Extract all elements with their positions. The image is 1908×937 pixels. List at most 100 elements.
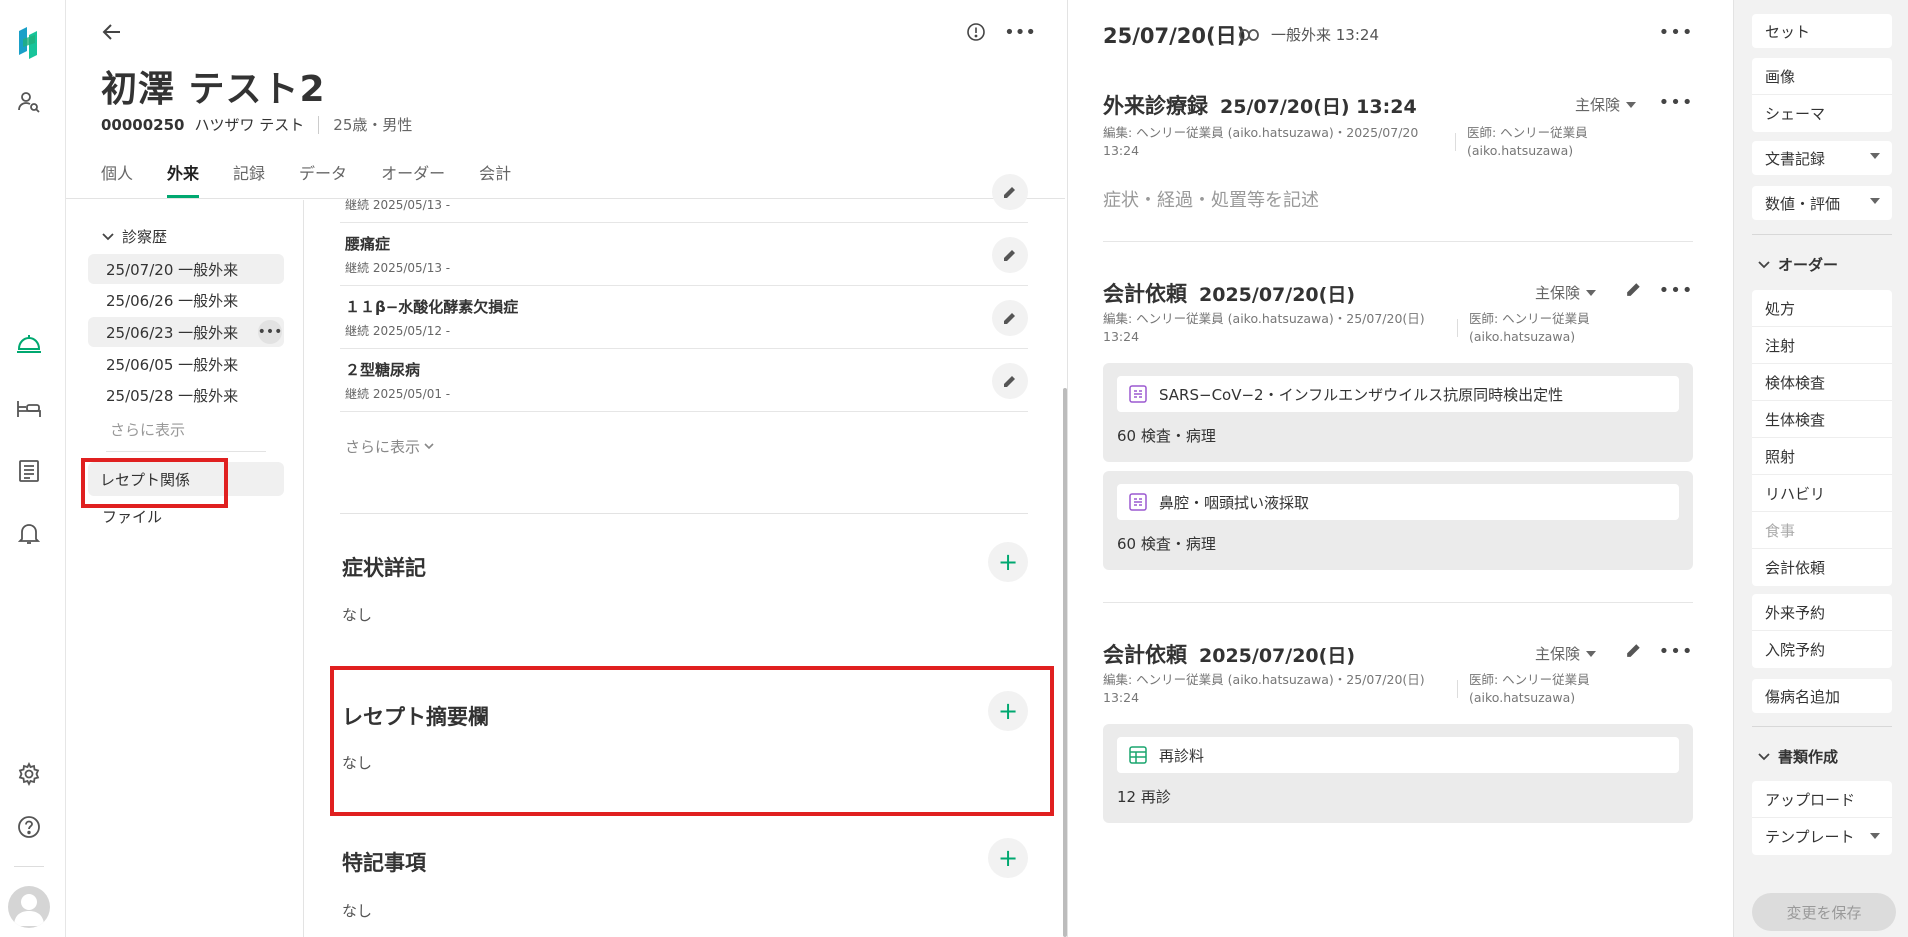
- tab-personal[interactable]: 個人: [101, 160, 133, 198]
- admission-reserve-button[interactable]: 入院予約: [1752, 631, 1892, 668]
- doctor-meta: 医師: ヘンリー従業員 (aiko.hatsuzawa): [1469, 311, 1590, 344]
- doc-record-dropdown[interactable]: 文書記録: [1752, 141, 1892, 175]
- section-title-special-notes: 特記事項: [342, 851, 426, 875]
- patient-kana: ハツザワ テスト: [194, 116, 305, 134]
- meta-divider: [1457, 319, 1458, 337]
- physiological-test-button[interactable]: 生体検査: [1752, 401, 1892, 438]
- back-arrow-icon[interactable]: [98, 18, 126, 46]
- card-divider: [1103, 241, 1693, 242]
- insurance-label: 主保険: [1535, 284, 1581, 302]
- fee-table-icon: [1129, 746, 1147, 764]
- rehabilitation-button[interactable]: リハビリ: [1752, 475, 1892, 512]
- upload-button[interactable]: アップロード: [1752, 781, 1892, 818]
- add-disease-button[interactable]: 傷病名追加: [1752, 679, 1892, 713]
- chevron-down-icon: [1758, 752, 1770, 760]
- more-icon[interactable]: •••: [1659, 637, 1693, 665]
- app-rail: [0, 0, 66, 937]
- visit-history-title: 診察歴: [122, 228, 168, 246]
- record-visit-type: 一般外来 13:24: [1271, 26, 1379, 44]
- edit-pencil-icon[interactable]: [1621, 637, 1647, 663]
- billing-request-title: 会計依頼 2025/07/20(日): [1103, 278, 1355, 308]
- numeric-eval-label: 数値・評価: [1765, 194, 1841, 213]
- more-icon[interactable]: •••: [1659, 18, 1693, 46]
- order-category: 60 検査・病理: [1117, 427, 1216, 445]
- set-button[interactable]: セット: [1752, 14, 1892, 48]
- add-plus-icon[interactable]: +: [988, 838, 1028, 878]
- visit-item-label: 25/06/23 一般外来: [106, 323, 239, 342]
- history-show-more[interactable]: さらに表示: [110, 419, 185, 440]
- prescription-button[interactable]: 処方: [1752, 290, 1892, 327]
- alert-bubble-icon[interactable]: [962, 18, 990, 46]
- tab-outpatient[interactable]: 外来: [167, 160, 200, 198]
- section-value: なし: [342, 902, 373, 920]
- record-text-placeholder[interactable]: 症状・経過・処置等を記述: [1103, 186, 1319, 212]
- disease-list: 継続 2025/05/13 - 腰痛症 継続 2025/05/13 - １１β−…: [304, 174, 1065, 937]
- numeric-eval-dropdown[interactable]: 数値・評価: [1752, 186, 1892, 220]
- visit-history-toggle[interactable]: 診察歴: [102, 226, 167, 247]
- order-item-name: SARS−CoV−2・インフルエンザウイルス抗原同時検出定性: [1117, 376, 1679, 412]
- visit-item[interactable]: 25/06/23 一般外来 •••: [88, 317, 284, 347]
- sidebar-divider: [1752, 726, 1892, 727]
- order-item[interactable]: SARS−CoV−2・インフルエンザウイルス抗原同時検出定性 60 検査・病理: [1103, 363, 1693, 462]
- edit-pencil-icon[interactable]: [992, 237, 1028, 273]
- irradiation-button[interactable]: 照射: [1752, 438, 1892, 475]
- insurance-select[interactable]: 主保険: [1535, 282, 1597, 303]
- help-icon[interactable]: [13, 811, 45, 843]
- diseases-show-more[interactable]: さらに表示: [345, 436, 434, 457]
- order-item[interactable]: 鼻腔・咽頭拭い液採取 60 検査・病理: [1103, 471, 1693, 570]
- insurance-label: 主保険: [1575, 96, 1621, 114]
- outpatient-reserve-button[interactable]: 外来予約: [1752, 594, 1892, 631]
- more-icon[interactable]: •••: [1659, 88, 1693, 116]
- specimen-test-button[interactable]: 検体検査: [1752, 364, 1892, 401]
- record-panel: 25/07/20(日) 一般外来 13:24 ••• 外来診療録 25/07/20…: [1067, 0, 1733, 937]
- bed-icon[interactable]: [13, 392, 45, 424]
- order-item[interactable]: 再診料 12 再診: [1103, 724, 1693, 823]
- docs-section-toggle[interactable]: 書類作成: [1758, 746, 1838, 767]
- patient-search-icon[interactable]: [13, 86, 45, 118]
- visit-item[interactable]: 25/07/20 一般外来: [88, 254, 284, 284]
- section-title-symptom-detail: 症状詳記: [342, 556, 426, 580]
- visit-more-icon[interactable]: •••: [258, 320, 282, 344]
- outpatient-icon[interactable]: [13, 328, 45, 360]
- more-icon[interactable]: •••: [1659, 276, 1693, 304]
- clinical-record-title: 外来診療録 25/07/20(日) 13:24: [1103, 90, 1417, 120]
- lab-test-icon: [1129, 493, 1147, 511]
- billing-request-button[interactable]: 会計依頼: [1752, 549, 1892, 586]
- history-divider: [106, 451, 266, 452]
- tab-records[interactable]: 記録: [233, 160, 265, 198]
- image-button[interactable]: 画像: [1752, 58, 1892, 95]
- insurance-select[interactable]: 主保険: [1535, 643, 1597, 664]
- order-section-toggle[interactable]: オーダー: [1758, 254, 1838, 275]
- list-icon[interactable]: [13, 455, 45, 487]
- template-dropdown[interactable]: テンプレート: [1752, 818, 1892, 855]
- insurance-select[interactable]: 主保険: [1575, 94, 1637, 115]
- injection-button[interactable]: 注射: [1752, 327, 1892, 364]
- visit-item[interactable]: 25/06/26 一般外来: [88, 285, 284, 315]
- edit-pencil-icon[interactable]: [1621, 276, 1647, 302]
- order-item-name: 再診料: [1117, 737, 1679, 773]
- app-logo-icon[interactable]: [13, 26, 45, 59]
- doc-record-label: 文書記録: [1765, 149, 1826, 168]
- disease-name: ２型糖尿病: [345, 361, 421, 379]
- edit-pencil-icon[interactable]: [992, 363, 1028, 399]
- visit-history: 診察歴 25/07/20 一般外来 25/06/26 一般外来 25/06/23…: [66, 200, 304, 937]
- visit-item[interactable]: 25/06/05 一般外来: [88, 349, 284, 379]
- more-icon[interactable]: •••: [1004, 18, 1036, 46]
- patient-id: 00000250: [101, 115, 185, 134]
- card-title-label: 会計依頼: [1103, 282, 1187, 306]
- schema-button[interactable]: シェーマ: [1752, 95, 1892, 132]
- add-plus-icon[interactable]: +: [988, 542, 1028, 582]
- visit-item[interactable]: 25/05/28 一般外来: [88, 380, 284, 410]
- order-name: 鼻腔・咽頭拭い液採取: [1159, 493, 1310, 512]
- edit-pencil-icon[interactable]: [992, 174, 1028, 210]
- edit-pencil-icon[interactable]: [992, 300, 1028, 336]
- user-avatar[interactable]: [8, 886, 50, 928]
- link-icon[interactable]: [1238, 24, 1260, 46]
- edit-meta: 編集: ヘンリー従業員 (aiko.hatsuzawa)・25/07/20(日)…: [1103, 311, 1425, 344]
- disease-date: 継続 2025/05/13 -: [345, 261, 451, 275]
- action-sidebar: セット 画像 シェーマ 文書記録 数値・評価 オーダー 処方 注射 検体検査 生…: [1733, 0, 1908, 937]
- file-item[interactable]: ファイル: [102, 506, 162, 527]
- card-date: 25/07/20(日) 13:24: [1220, 96, 1417, 118]
- bell-icon[interactable]: [13, 518, 45, 550]
- settings-gear-icon[interactable]: [13, 758, 45, 790]
